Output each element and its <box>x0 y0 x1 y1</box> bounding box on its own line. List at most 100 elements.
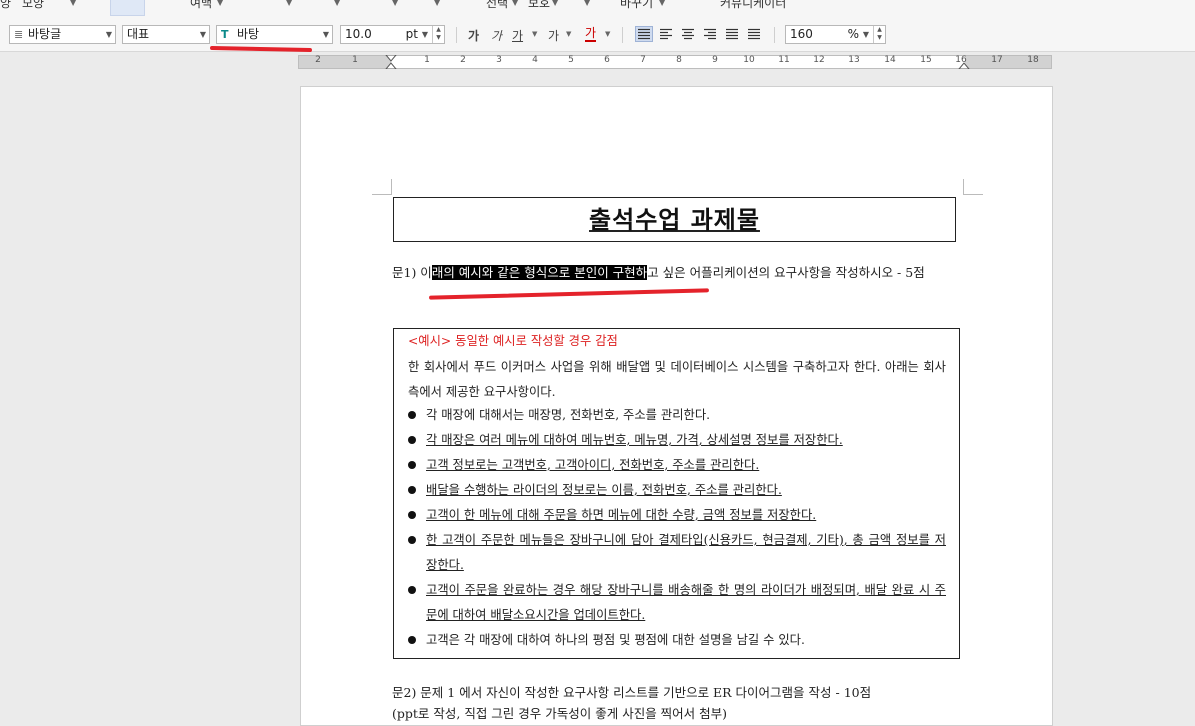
menu-item-shape[interactable]: 모양 <box>22 0 44 11</box>
chevron-down-icon[interactable]: ▼ <box>422 26 428 43</box>
font-select[interactable]: T 바탕 ▼ <box>216 25 333 44</box>
font-color-button[interactable]: 가 <box>585 27 597 42</box>
format-toolbar: ≣ 바탕글 ▼ 대표 ▼ T 바탕 ▼ 10.0 pt ▼ ▲ ▼ 가 가 가 ▼… <box>0 17 1195 52</box>
chevron-down-icon[interactable]: ▼ <box>552 0 558 7</box>
chevron-down-icon[interactable]: ▼ <box>659 0 665 7</box>
right-indent-marker-icon[interactable] <box>958 55 970 69</box>
chevron-down-icon[interactable]: ▼ <box>334 0 340 7</box>
menu-item-margin[interactable]: 여백 <box>190 0 212 11</box>
menu-item-protect[interactable]: 보호 <box>528 0 550 11</box>
ruler-number: 6 <box>604 55 610 65</box>
line-spacing-input[interactable]: 160 % ▼ ▲ ▼ <box>785 25 886 44</box>
align-left-icon[interactable] <box>658 27 674 41</box>
ruler-margin-left <box>299 56 391 68</box>
bullet-icon <box>408 586 416 594</box>
ruler-number: 11 <box>778 55 790 65</box>
font-type-icon: T <box>221 28 229 41</box>
list-item[interactable]: 고객은 각 매장에 대하여 하나의 평점 및 평점에 대한 설명을 남길 수 있… <box>408 628 946 653</box>
ruler-number: 2 <box>315 55 321 65</box>
line-spacing-unit: % <box>847 27 859 41</box>
document-page[interactable]: 출석수업 과제물 문1) 이래의 예시와 같은 형식으로 본인이 구현하고 싶은… <box>300 86 1053 726</box>
ruler-number: 10 <box>743 55 755 65</box>
align-justify-icon[interactable] <box>635 26 653 42</box>
page-corner-mark <box>963 179 964 195</box>
page-corner-mark <box>372 194 392 195</box>
chevron-down-icon[interactable]: ▼ <box>434 0 440 7</box>
chevron-down-icon[interactable]: ▼ <box>584 0 590 7</box>
align-distribute-icon[interactable] <box>724 27 740 41</box>
line-spacing-spinner[interactable]: ▲ ▼ <box>873 26 885 43</box>
horizontal-ruler[interactable]: 2 1 1 2 3 4 5 6 7 8 9 10 11 12 13 14 15 … <box>298 55 1052 69</box>
ruler-number: 3 <box>496 55 502 65</box>
ruler-number: 17 <box>991 55 1003 65</box>
document-title-text: 출석수업 과제물 <box>589 205 760 234</box>
paragraph-select[interactable]: 대표 ▼ <box>122 25 210 44</box>
ruler-number: 14 <box>884 55 896 65</box>
ruler-number: 12 <box>813 55 825 65</box>
selected-text[interactable]: 래의 예시와 같은 형식으로 본인이 구현하 <box>431 265 648 280</box>
chevron-down-icon[interactable]: ▼ <box>566 30 571 38</box>
ruler-number: 1 <box>352 55 358 65</box>
strike-button[interactable]: 가 <box>548 27 559 44</box>
style-select[interactable]: ≣ 바탕글 ▼ <box>9 25 116 44</box>
list-item[interactable]: 각 매장은 여러 메뉴에 대하여 메뉴번호, 메뉴명, 가격, 상세설명 정보를… <box>408 428 946 453</box>
menu-item-partial[interactable]: 양 <box>0 0 11 11</box>
font-size-value: 10.0 <box>345 27 372 41</box>
question-1-suffix: 고 싶은 어플리케이션의 요구사항을 작성하시오 - 5점 <box>647 265 925 280</box>
align-right-icon[interactable] <box>702 27 718 41</box>
italic-button[interactable]: 가 <box>491 27 502 44</box>
font-size-spinner[interactable]: ▲ ▼ <box>432 26 444 43</box>
chevron-down-icon[interactable]: ▼ <box>323 26 329 43</box>
chevron-down-icon[interactable]: ▼ <box>605 30 610 38</box>
style-icon: ≣ <box>14 28 24 41</box>
align-center-icon[interactable] <box>680 27 696 41</box>
example-title: <예시> 동일한 예시로 작성할 경우 감점 <box>408 334 618 348</box>
chevron-down-icon[interactable]: ▼ <box>863 26 869 43</box>
annotation-mark <box>428 288 710 300</box>
bold-button[interactable]: 가 <box>468 27 479 44</box>
bullet-icon <box>408 486 416 494</box>
list-item[interactable]: 고객이 주문을 완료하는 경우 해당 장바구니를 배송해줄 한 명의 라이더가 … <box>408 578 946 628</box>
font-select-value: 바탕 <box>237 27 260 41</box>
bullet-icon <box>408 511 416 519</box>
toolbar-divider <box>774 27 775 43</box>
menu-active-button[interactable] <box>110 0 145 16</box>
ruler-number: 8 <box>676 55 682 65</box>
question-1-prefix: 문1) 이 <box>392 265 432 280</box>
chevron-down-icon[interactable]: ▼ <box>106 26 112 43</box>
example-box[interactable]: <예시> 동일한 예시로 작성할 경우 감점 한 회사에서 푸드 이커머스 사업… <box>393 328 960 659</box>
list-item[interactable]: 한 고객이 주문한 메뉴들은 장바구니에 담아 결제타입(신용카드, 현금결제,… <box>408 528 946 578</box>
question-2[interactable]: 문2) 문제 1 에서 자신이 작성한 요구사항 리스트를 기반으로 ER 다이… <box>392 682 972 724</box>
requirements-list: 각 매장에 대해서는 매장명, 전화번호, 주소를 관리한다. 각 매장은 여러… <box>408 403 946 653</box>
chevron-down-icon[interactable]: ▼ <box>70 0 76 7</box>
list-item[interactable]: 각 매장에 대해서는 매장명, 전화번호, 주소를 관리한다. <box>408 403 946 428</box>
line-spacing-value: 160 <box>790 27 813 41</box>
example-intro: 한 회사에서 푸드 이커머스 사업을 위해 배달앱 및 데이터베이스 시스템을 … <box>408 360 946 399</box>
bullet-icon <box>408 536 416 544</box>
chevron-down-icon[interactable]: ▼ <box>532 30 537 38</box>
toolbar-divider <box>456 27 457 43</box>
chevron-down-icon[interactable]: ▼ <box>512 0 518 7</box>
indent-marker-icon[interactable] <box>385 55 397 69</box>
chevron-down-icon[interactable]: ▼ <box>286 0 292 7</box>
chevron-down-icon[interactable]: ▼ <box>200 26 206 43</box>
question-1[interactable]: 문1) 이래의 예시와 같은 형식으로 본인이 구현하고 싶은 어플리케이션의 … <box>392 262 972 283</box>
align-split-icon[interactable] <box>746 27 762 41</box>
ruler-number: 18 <box>1027 55 1039 65</box>
style-select-value: 바탕글 <box>28 27 62 41</box>
ruler-number: 1 <box>424 55 430 65</box>
list-item[interactable]: 배달을 수행하는 라이더의 정보로는 이름, 전화번호, 주소를 관리한다. <box>408 478 946 503</box>
chevron-down-icon[interactable]: ▼ <box>217 0 223 7</box>
bullet-icon <box>408 636 416 644</box>
menu-item-replace[interactable]: 바꾸기 <box>620 0 653 11</box>
document-title[interactable]: 출석수업 과제물 <box>393 197 956 242</box>
font-size-input[interactable]: 10.0 pt ▼ ▲ ▼ <box>340 25 445 44</box>
list-item[interactable]: 고객 정보로는 고객번호, 고객아이디, 전화번호, 주소를 관리한다. <box>408 453 946 478</box>
menu-item-communicator[interactable]: 커뮤니케이터 <box>720 0 786 11</box>
ruler-number: 5 <box>568 55 574 65</box>
chevron-down-icon[interactable]: ▼ <box>392 0 398 7</box>
underline-button[interactable]: 가 <box>512 27 523 44</box>
ruler-number: 13 <box>848 55 860 65</box>
menu-item-select[interactable]: 선택 <box>486 0 508 11</box>
list-item[interactable]: 고객이 한 메뉴에 대해 주문을 하면 메뉴에 대한 수량, 금액 정보를 저장… <box>408 503 946 528</box>
